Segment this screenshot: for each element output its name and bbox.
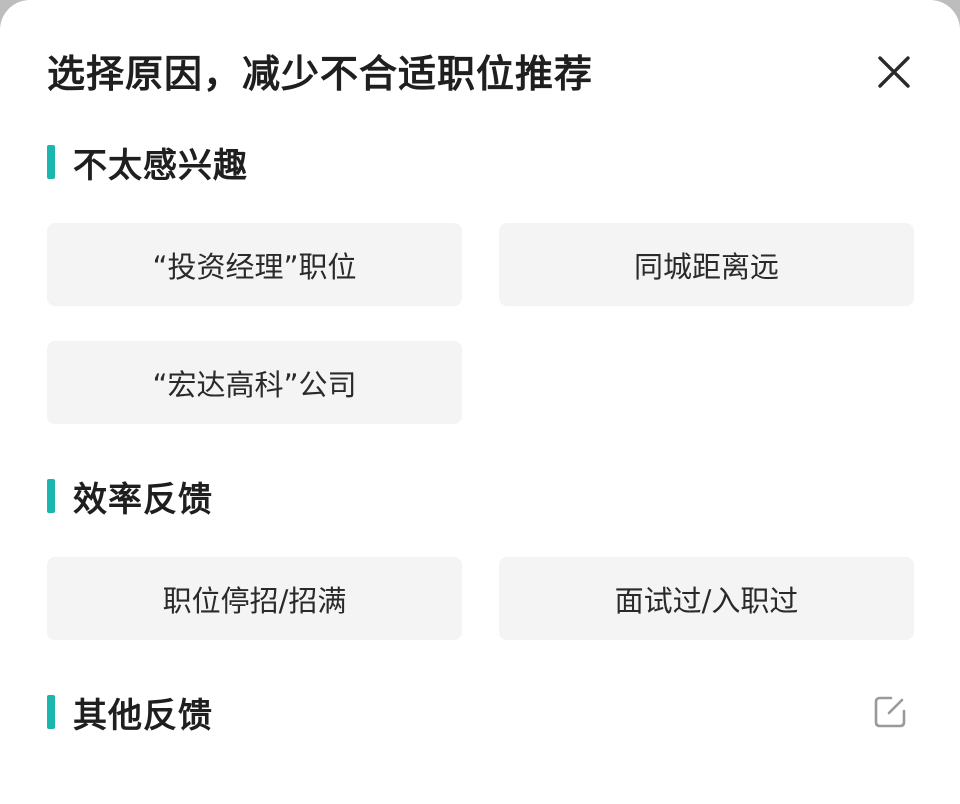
- reason-chip-distance[interactable]: 同城距离远: [499, 223, 914, 306]
- section-efficiency: 效率反馈: [47, 474, 213, 520]
- other-feedback-edit-button[interactable]: [868, 690, 912, 734]
- reason-chip-company[interactable]: “宏达高科”公司: [47, 341, 462, 424]
- section-title: 其他反馈: [73, 695, 213, 736]
- edit-icon: [874, 696, 906, 728]
- close-icon: [878, 56, 910, 88]
- close-button[interactable]: [866, 50, 922, 94]
- section-other: 其他反馈: [47, 690, 213, 736]
- section-title: 不太感兴趣: [73, 145, 248, 186]
- sheet-title: 选择原因，减少不合适职位推荐: [47, 52, 594, 96]
- section-not-interested: 不太感兴趣: [47, 140, 248, 186]
- reason-chip-job-title[interactable]: “投资经理”职位: [47, 223, 462, 306]
- section-accent-bar: [47, 479, 55, 513]
- reason-chip-position-filled[interactable]: 职位停招/招满: [47, 557, 462, 640]
- section-accent-bar: [47, 145, 55, 179]
- section-accent-bar: [47, 695, 55, 729]
- feedback-sheet: 选择原因，减少不合适职位推荐 不太感兴趣 “投资经理”职位 同城距离远 “宏达高…: [0, 0, 960, 804]
- reason-chip-interviewed[interactable]: 面试过/入职过: [499, 557, 914, 640]
- section-title: 效率反馈: [73, 479, 213, 520]
